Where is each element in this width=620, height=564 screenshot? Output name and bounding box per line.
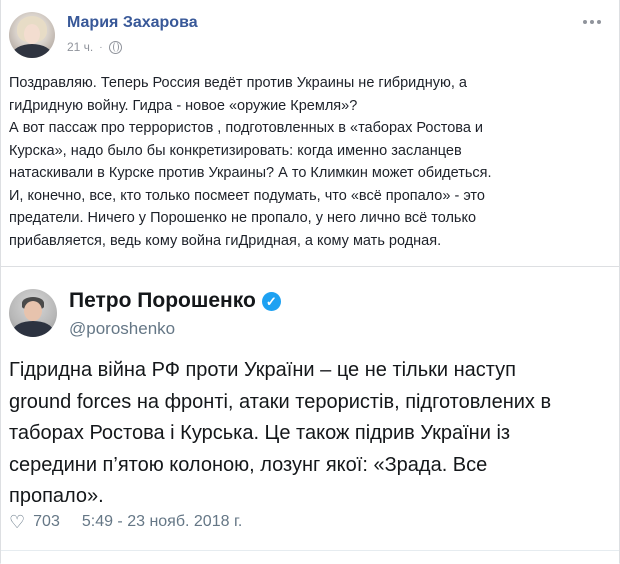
divider — [1, 550, 619, 551]
post-meta: 21 ч. · — [67, 40, 122, 54]
tweet-footer: ♡ 703 5:49 - 23 нояб. 2018 г. — [9, 513, 242, 531]
tweet-author-name-row[interactable]: Петро Порошенко ✓ — [69, 289, 281, 313]
tweet-text-line: пропало». — [9, 485, 104, 507]
post-text-line: гиДридную войну. Гидра - новое «оружие К… — [9, 97, 358, 114]
like-count: 703 — [33, 513, 60, 530]
post-text-line: Курска», надо было бы конкретизировать: … — [9, 142, 462, 159]
tweet-text: Гідридна війна РФ проти України – це не … — [9, 355, 613, 513]
author-avatar[interactable] — [9, 12, 55, 58]
more-dot-icon — [597, 20, 601, 24]
post-text: Поздравляю. Теперь Россия ведёт против У… — [9, 72, 609, 252]
tweet-text-line: ground forces на фронті, атаки терористі… — [9, 390, 552, 413]
avatar-face — [24, 301, 42, 321]
verified-badge-icon: ✓ — [261, 291, 281, 311]
tweet-text-line: Гідридна війна РФ проти України – це не … — [9, 359, 517, 381]
post-time[interactable]: 21 ч. — [67, 40, 93, 54]
globe-icon — [108, 40, 122, 54]
post-text-line: И, конечно, все, кто только посмеет поду… — [9, 187, 485, 204]
avatar-shoulders — [12, 44, 52, 58]
more-options-button[interactable] — [575, 10, 609, 34]
more-dot-icon — [583, 20, 587, 24]
tweet-author-avatar[interactable] — [9, 289, 57, 337]
post-text-line: прибавляется, ведь кому война гиДридная,… — [9, 232, 442, 249]
post-text-line: Поздравляю. Теперь Россия ведёт против У… — [9, 75, 467, 91]
tweet-timestamp[interactable]: 5:49 - 23 нояб. 2018 г. — [82, 513, 242, 531]
embedded-tweet[interactable]: Петро Порошенко ✓ @poroshenko Гідридна в… — [1, 266, 619, 564]
tweet-text-line: таборах Ростова і Курська. Це також підр… — [9, 422, 511, 444]
facebook-post: Мария Захарова 21 ч. · Поздравляю. Тепер… — [0, 0, 620, 564]
meta-separator: · — [99, 41, 103, 53]
tweet-text-line: середини п’ятою колоною, лозунг якої: «З… — [9, 453, 488, 476]
post-text-line: натаскивали в Курске против Украины? А т… — [9, 165, 492, 181]
avatar-suit — [13, 321, 53, 337]
post-text-line: А вот пассаж про террористов , подготовл… — [9, 120, 484, 136]
post-text-line: предатели. Ничего у Порошенко не пропало… — [9, 210, 477, 226]
author-name[interactable]: Мария Захарова — [67, 14, 198, 32]
heart-icon[interactable]: ♡ — [9, 513, 25, 531]
tweet-author-name: Петро Порошенко — [69, 289, 256, 312]
avatar-face — [24, 24, 40, 44]
tweet-author-handle[interactable]: @poroshenko — [69, 319, 175, 339]
more-dot-icon — [590, 20, 594, 24]
